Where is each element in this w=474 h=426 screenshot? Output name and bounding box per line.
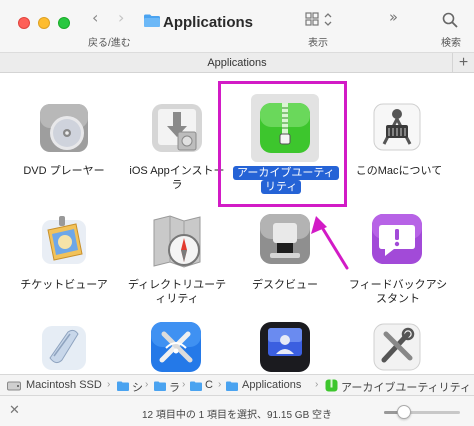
path-item-applications[interactable]: Applications xyxy=(242,379,301,391)
search-icon[interactable] xyxy=(442,12,458,28)
path-separator: › xyxy=(182,379,186,390)
feedback-assistant-icon xyxy=(372,214,422,264)
path-item-3[interactable]: ラ xyxy=(169,379,180,395)
app-label: このMacについて xyxy=(355,165,443,177)
tab-applications[interactable]: Applications xyxy=(0,57,474,69)
app-label-line2: ィリティ xyxy=(155,293,199,305)
slider-thumb[interactable] xyxy=(396,405,411,419)
folder-icon xyxy=(117,381,129,391)
folder-icon xyxy=(144,14,160,27)
path-separator: › xyxy=(107,379,111,390)
path-item-4[interactable]: C xyxy=(205,379,213,391)
back-chevron-icon[interactable]: ‹ xyxy=(92,8,98,27)
tab-bar: Applications + xyxy=(0,52,474,73)
new-tab-button[interactable]: + xyxy=(452,53,474,73)
nav-label: 戻る/進む xyxy=(88,38,131,49)
toolbar: ‹ › 戻る/進む Applications 表示 ›› 検索 xyxy=(0,0,474,52)
path-separator: › xyxy=(218,379,222,390)
folder-icon xyxy=(190,381,202,391)
more-toolbar-chevron-icon[interactable]: ›› xyxy=(389,8,398,26)
ios-app-installer-icon xyxy=(152,104,202,152)
screen-sharing-icon xyxy=(260,322,310,372)
directory-utility-icon xyxy=(153,215,201,268)
ticket-viewer-icon xyxy=(42,216,86,264)
app-label: デスクビュー xyxy=(252,279,318,291)
app-label: DVD プレーヤー xyxy=(23,165,105,177)
app-label: ディレクトリユーテ xyxy=(127,279,227,291)
forward-chevron-icon[interactable]: › xyxy=(118,8,124,27)
path-item-macintosh-ssd[interactable]: Macintosh SSD xyxy=(26,379,102,391)
view-label: 表示 xyxy=(308,38,328,49)
about-this-mac-icon xyxy=(373,103,421,151)
folder-icon xyxy=(226,381,238,391)
script-icon xyxy=(42,326,86,370)
disk-icon xyxy=(7,381,21,391)
path-item-archive-utility[interactable]: アーカイブユーティリティ xyxy=(341,379,471,395)
dvd-player-icon xyxy=(40,104,88,152)
highlight-callout-box xyxy=(218,81,347,207)
grid-view-icon[interactable] xyxy=(305,11,335,29)
zoom-window-button[interactable] xyxy=(58,17,70,29)
minimize-window-button[interactable] xyxy=(38,17,50,29)
desk-view-icon xyxy=(260,214,310,264)
folder-icon xyxy=(154,381,166,391)
wireless-diagnostics-icon xyxy=(151,322,201,372)
path-item-2[interactable]: シ xyxy=(132,379,143,395)
app-label: フィードバックアシ xyxy=(348,279,448,291)
app-label-line2: スタント xyxy=(376,293,420,305)
path-separator: › xyxy=(145,379,149,390)
close-window-button[interactable] xyxy=(18,17,30,29)
window-title: Applications xyxy=(163,14,254,31)
app-label: チケットビューア xyxy=(20,279,108,291)
archive-utility-icon xyxy=(325,379,338,392)
search-label: 検索 xyxy=(441,38,461,49)
path-bar: Macintosh SSD › シ › ラ › C › Applications… xyxy=(0,374,474,396)
status-bar: ✕ 12 項目中の 1 項目を選択、91.15 GB 空き xyxy=(0,396,474,426)
system-tool-icon xyxy=(373,323,421,371)
icon-size-slider[interactable] xyxy=(384,411,460,414)
path-separator: › xyxy=(315,379,319,390)
